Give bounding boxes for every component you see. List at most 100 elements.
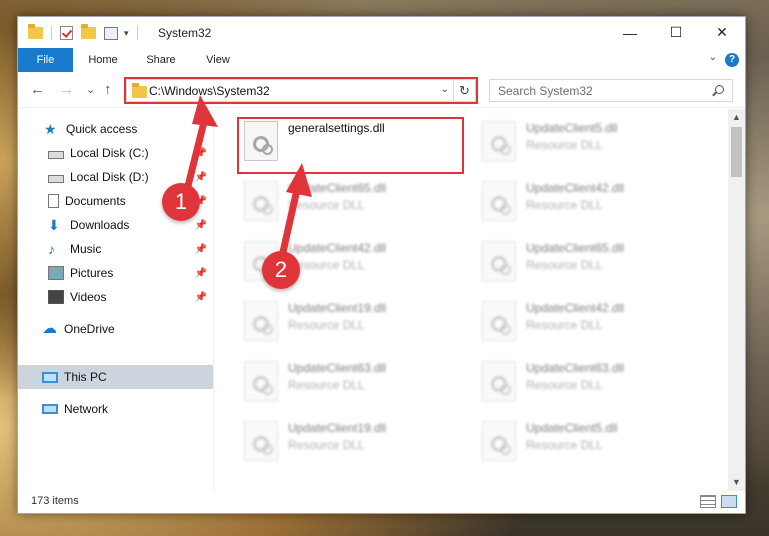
computer-icon — [42, 371, 58, 383]
file-tile[interactable]: UpdateClient65.dll Resource DLL — [478, 233, 708, 289]
sidebar-item-label: Documents — [65, 194, 126, 208]
view-options-icon[interactable] — [104, 26, 118, 40]
file-name: UpdateClient63.dll — [288, 361, 387, 375]
expand-ribbon-chevron-icon[interactable]: ⌄ — [709, 52, 717, 63]
file-type: Resource DLL — [288, 438, 365, 452]
customize-toolbar-chevron-icon[interactable]: ▾ — [124, 28, 129, 39]
toolbar-divider — [51, 26, 52, 40]
sidebar-item-label: Pictures — [70, 266, 114, 280]
file-name: UpdateClient19.dll — [288, 421, 387, 435]
file-type: Resource DLL — [526, 258, 603, 272]
pictures-icon — [48, 266, 64, 280]
up-button[interactable]: ↑ — [104, 81, 112, 98]
forward-button[interactable]: → — [59, 81, 74, 98]
ribbon-tabs: File Home Share View ⌄ ? — [18, 48, 745, 72]
file-type: Resource DLL — [288, 378, 365, 392]
sidebar-item-pictures[interactable]: Pictures 📌 — [18, 261, 213, 285]
file-tile[interactable]: UpdateClient19.dll Resource DLL — [240, 293, 470, 349]
file-tile[interactable]: UpdateClient5.dll Resource DLL — [478, 413, 708, 469]
dll-file-icon — [244, 421, 278, 461]
minimize-button[interactable]: — — [607, 17, 653, 48]
dll-file-icon — [482, 361, 516, 401]
file-tile[interactable]: UpdateClient65.dll Resource DLL — [240, 173, 470, 229]
file-highlight-box — [237, 117, 464, 174]
file-explorer-window: ▾ System32 — ☐ ✕ File Home Share View ⌄ … — [17, 16, 746, 514]
scroll-down-icon[interactable]: ▼ — [728, 474, 745, 491]
maximize-button[interactable]: ☐ — [653, 17, 699, 48]
file-type: Resource DLL — [526, 378, 603, 392]
tab-view[interactable]: View — [191, 48, 245, 72]
downloads-icon: ⬇ — [48, 217, 60, 233]
dll-file-icon — [482, 301, 516, 341]
dll-file-icon — [482, 421, 516, 461]
dll-file-icon — [244, 181, 278, 221]
sidebar-item-this-pc[interactable]: This PC — [18, 365, 213, 389]
new-folder-icon[interactable] — [81, 24, 96, 39]
file-name: UpdateClient5.dll — [526, 121, 618, 135]
file-type: Resource DLL — [526, 438, 603, 452]
sidebar-item-music[interactable]: ♪ Music 📌 — [18, 237, 213, 261]
dll-file-icon — [482, 121, 516, 161]
network-icon — [42, 404, 58, 414]
scroll-up-icon[interactable]: ▲ — [728, 109, 745, 126]
videos-icon — [48, 290, 64, 304]
pin-icon[interactable]: 📌 — [195, 220, 207, 231]
vertical-scrollbar[interactable]: ▲ ▼ — [728, 109, 745, 491]
pin-icon[interactable]: 📌 — [195, 172, 207, 183]
file-type: Resource DLL — [526, 138, 603, 152]
file-name: UpdateClient42.dll — [288, 241, 387, 255]
search-input[interactable] — [490, 80, 710, 101]
file-name: UpdateClient65.dll — [526, 241, 625, 255]
toolbar-divider — [136, 26, 138, 40]
tab-home[interactable]: Home — [76, 48, 130, 72]
cloud-icon: ☁ — [42, 320, 57, 337]
address-highlight-box — [124, 77, 478, 104]
file-tile[interactable]: UpdateClient5.dll Resource DLL — [478, 113, 708, 169]
file-tile[interactable]: UpdateClient42.dll Resource DLL — [478, 173, 708, 229]
details-view-icon[interactable] — [700, 495, 716, 508]
search-icon[interactable] — [715, 85, 724, 94]
large-icons-view-icon[interactable] — [721, 495, 737, 508]
file-tile[interactable]: UpdateClient42.dll Resource DLL — [478, 293, 708, 349]
sidebar-item-label: Quick access — [66, 122, 138, 136]
sidebar-item-onedrive[interactable]: ☁ OneDrive — [18, 317, 213, 341]
file-type: Resource DLL — [526, 318, 603, 332]
pin-icon[interactable]: 📌 — [195, 244, 207, 255]
dll-file-icon — [482, 181, 516, 221]
tab-file[interactable]: File — [18, 48, 73, 72]
drive-icon — [48, 150, 64, 159]
window-title: System32 — [158, 26, 212, 40]
sidebar-item-quick-access[interactable]: ★ Quick access — [18, 117, 213, 141]
recent-locations-button[interactable]: ⌄ — [86, 83, 95, 96]
file-tile[interactable]: UpdateClient63.dll Resource DLL — [240, 353, 470, 409]
pin-icon[interactable]: 📌 — [195, 292, 207, 303]
file-name: UpdateClient42.dll — [526, 301, 625, 315]
help-icon[interactable]: ? — [725, 53, 739, 67]
close-button[interactable]: ✕ — [699, 17, 745, 48]
documents-icon — [48, 194, 59, 208]
title-bar: ▾ System32 — ☐ ✕ — [18, 17, 745, 48]
search-box[interactable] — [489, 79, 733, 102]
drive-icon — [48, 174, 64, 183]
music-icon: ♪ — [48, 241, 55, 257]
tab-share[interactable]: Share — [134, 48, 188, 72]
sidebar-item-local-disk-c[interactable]: Local Disk (C:) 📌 — [18, 141, 213, 165]
status-bar: 173 items — [18, 491, 745, 513]
file-name: UpdateClient5.dll — [526, 421, 618, 435]
pin-icon[interactable]: 📌 — [195, 268, 207, 279]
sidebar-item-label: This PC — [64, 370, 107, 384]
sidebar-item-videos[interactable]: Videos 📌 — [18, 285, 213, 309]
pane-divider[interactable] — [213, 109, 214, 491]
properties-check-icon[interactable] — [60, 26, 73, 40]
sidebar-item-label: Network — [64, 402, 109, 416]
item-count: 173 items — [31, 495, 79, 507]
file-tile[interactable]: UpdateClient19.dll Resource DLL — [240, 413, 470, 469]
file-tile[interactable]: UpdateClient63.dll Resource DLL — [478, 353, 708, 409]
dll-file-icon — [244, 361, 278, 401]
scroll-thumb[interactable] — [731, 127, 742, 177]
step-2-badge: 2 — [262, 251, 300, 289]
sidebar-item-network[interactable]: Network — [18, 397, 213, 421]
back-button[interactable]: ← — [30, 81, 45, 98]
pin-icon[interactable]: 📌 — [195, 148, 207, 159]
step-1-badge: 1 — [162, 183, 200, 221]
